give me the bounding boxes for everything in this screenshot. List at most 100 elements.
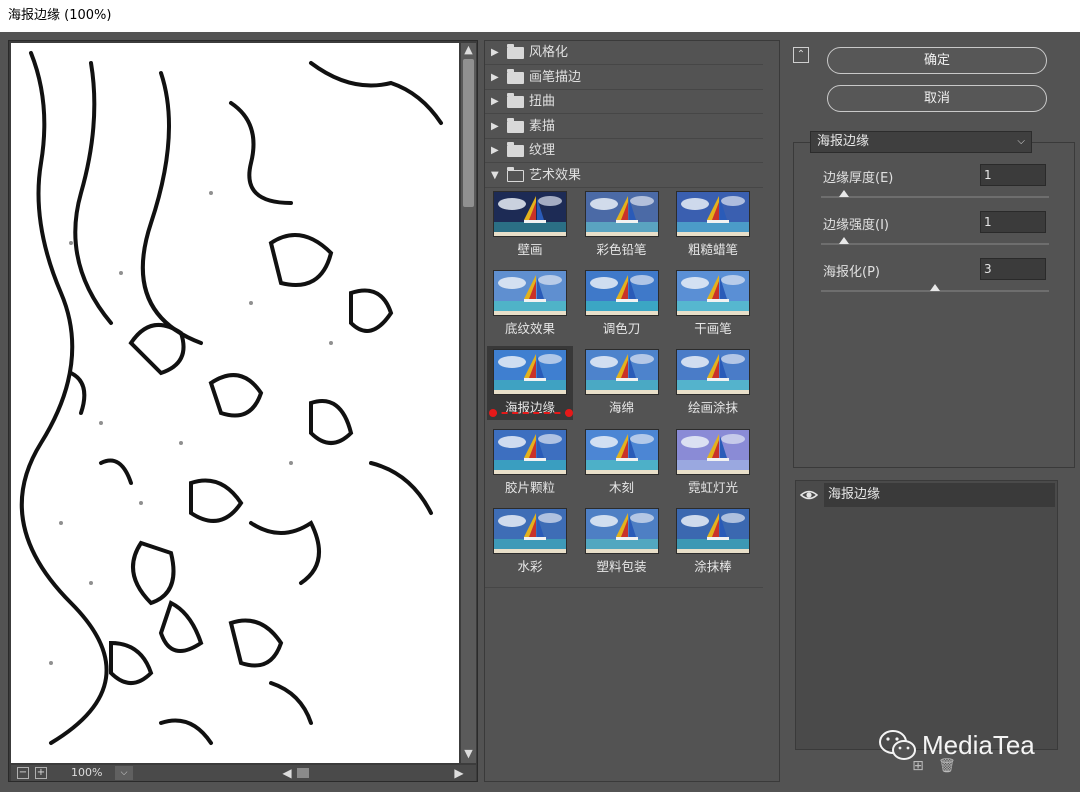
scroll-left-icon[interactable]: ◀ [279, 765, 295, 781]
filter-thumbnail[interactable]: 涂抹棒 [670, 505, 756, 579]
selection-annotation [489, 409, 573, 418]
filter-thumbnail[interactable]: 壁画 [487, 188, 573, 262]
eye-icon[interactable] [799, 487, 819, 503]
param-slider[interactable] [821, 190, 1049, 198]
param-slider[interactable] [821, 284, 1049, 292]
collapsed-arrow-icon[interactable]: ▶ [491, 115, 499, 139]
collapsed-arrow-icon[interactable]: ▶ [491, 90, 499, 114]
folder-icon [507, 142, 524, 158]
filter-thumbnail-label: 绘画涂抹 [687, 400, 738, 416]
filter-preview-image [584, 191, 659, 237]
collapsed-arrow-icon[interactable]: ▶ [491, 41, 499, 65]
filter-thumbnail-label: 调色刀 [602, 321, 641, 337]
horizontal-scroll-thumb[interactable] [297, 768, 309, 778]
filter-thumbnail-label: 彩色铅笔 [596, 242, 647, 257]
filter-thumbnail-label: 底纹效果 [504, 321, 555, 337]
filter-thumbnail[interactable]: 彩色铅笔 [579, 188, 665, 262]
filter-preview-image [676, 507, 750, 554]
filter-thumbnail[interactable]: 塑料包装 [579, 505, 665, 579]
preview-horizontal-scrollbar[interactable]: ◀ ▶ [279, 765, 469, 781]
filter-thumbnail[interactable]: 海报边缘 [487, 346, 573, 421]
filter-settings-panel [793, 142, 1075, 468]
folder-icon [507, 68, 524, 84]
zoom-out-button[interactable]: − [17, 767, 29, 779]
folder-icon [507, 117, 524, 133]
slider-handle[interactable] [930, 284, 940, 291]
collapsed-arrow-icon[interactable]: ▶ [491, 66, 499, 90]
filter-preview-image [676, 270, 750, 317]
scroll-up-icon[interactable]: ▲ [461, 43, 476, 57]
param-slider[interactable] [821, 237, 1049, 245]
zoom-dropdown[interactable]: ⌵ [115, 766, 133, 780]
vertical-scroll-thumb[interactable] [463, 59, 474, 207]
filter-thumbnail-label: 粗糙蜡笔 [687, 242, 738, 257]
scroll-right-icon[interactable]: ▶ [451, 765, 467, 781]
cancel-button[interactable]: 取消 [827, 85, 1047, 112]
effect-layers-panel: 海报边缘 [795, 480, 1058, 750]
filter-preview-image [493, 349, 567, 396]
filter-thumbnail-label: 涂抹棒 [694, 558, 732, 574]
wechat-logo-icon [879, 730, 916, 760]
filter-category-label: 风格化 [529, 45, 569, 60]
filter-category[interactable]: ▶ 画笔描边 [485, 66, 763, 90]
window-title: 海报边缘 (100%) [0, 0, 1080, 32]
poster-edges-preview [11, 43, 459, 763]
filter-category-label: 艺术效果 [529, 168, 582, 183]
collapsed-arrow-icon[interactable]: ▶ [491, 139, 499, 163]
scroll-down-icon[interactable]: ▼ [461, 747, 476, 761]
filter-thumbnail[interactable]: 木刻 [579, 426, 665, 500]
filter-thumbnail[interactable]: 水彩 [487, 505, 573, 579]
param-value-input[interactable]: 1 [980, 164, 1046, 186]
filter-preview-image [493, 270, 567, 317]
filter-thumbnail-label: 海绵 [608, 400, 634, 416]
filter-category-label: 画笔描边 [529, 69, 582, 85]
param-value-input[interactable]: 3 [980, 258, 1046, 280]
filter-category[interactable]: ▼ 艺术效果 [485, 164, 763, 188]
watermark: MediaTea [878, 728, 1068, 764]
param-label: 边缘强度(I) [823, 218, 889, 233]
effect-layer-row[interactable]: 海报边缘 [796, 483, 1055, 507]
filter-category[interactable]: ▶ 风格化 [485, 41, 763, 65]
folder-icon [507, 93, 524, 109]
expanded-arrow-icon[interactable]: ▼ [491, 164, 499, 188]
param-value-input[interactable]: 1 [980, 211, 1046, 233]
filter-preview-image [584, 270, 659, 317]
filter-gallery: ▶ 风格化 ▶ 画笔描边 ▶ 扭曲 ▶ 素描 ▶ 纹理 ▼ 艺术效果 壁画 彩色铅笔 粗糙蜡笔 底纹效果 调色… [484, 40, 780, 782]
filter-thumbnail-label: 塑料包装 [596, 558, 647, 574]
filter-thumbnail[interactable]: 干画笔 [670, 267, 756, 341]
filter-thumbnail[interactable]: 底纹效果 [487, 267, 573, 341]
filter-thumbnail[interactable]: 粗糙蜡笔 [670, 188, 756, 262]
filter-thumbnail[interactable]: 绘画涂抹 [670, 346, 756, 420]
preview-footer: − + 100% ⌵ ◀ ▶ [11, 765, 476, 781]
zoom-in-button[interactable]: + [35, 767, 47, 779]
preview-pane: ▲ ▼ − + 100% ⌵ ◀ ▶ [8, 40, 478, 782]
folder-icon [507, 44, 524, 59]
preview-vertical-scrollbar[interactable]: ▲ ▼ [461, 43, 476, 763]
filter-thumbnail[interactable]: 海绵 [579, 346, 665, 420]
filter-category[interactable]: ▶ 素描 [485, 115, 763, 139]
filter-thumbnail[interactable]: 调色刀 [579, 267, 665, 341]
filter-preview-image [584, 349, 659, 396]
filter-category[interactable]: ▶ 纹理 [485, 139, 763, 164]
filter-preview-image [676, 191, 750, 237]
filter-thumbnail-label: 干画笔 [694, 321, 732, 337]
ok-button[interactable]: 确定 [827, 47, 1047, 74]
filter-category-label: 素描 [529, 118, 556, 134]
param-label: 海报化(P) [823, 265, 880, 280]
filter-thumbnail-label: 木刻 [608, 479, 634, 495]
zoom-level: 100% [71, 766, 103, 779]
filter-thumbnail[interactable]: 胶片颗粒 [487, 426, 573, 500]
effect-layer-name: 海报边缘 [824, 483, 1055, 507]
slider-handle[interactable] [838, 190, 849, 197]
filter-preview-image [676, 428, 750, 475]
filter-thumbnail[interactable]: 霓虹灯光 [670, 426, 756, 500]
preview-image[interactable] [11, 43, 459, 763]
filter-category[interactable]: ▶ 扭曲 [485, 90, 763, 115]
gallery-divider [485, 587, 763, 588]
filter-thumbnail-label: 霓虹灯光 [687, 479, 738, 495]
filter-preview-image [493, 428, 567, 475]
slider-handle[interactable] [838, 237, 849, 244]
folder-open-icon [507, 167, 524, 182]
filter-select[interactable]: 海报边缘 ⌵ [810, 131, 1032, 153]
collapse-gallery-button[interactable]: ⌃ [793, 47, 809, 63]
